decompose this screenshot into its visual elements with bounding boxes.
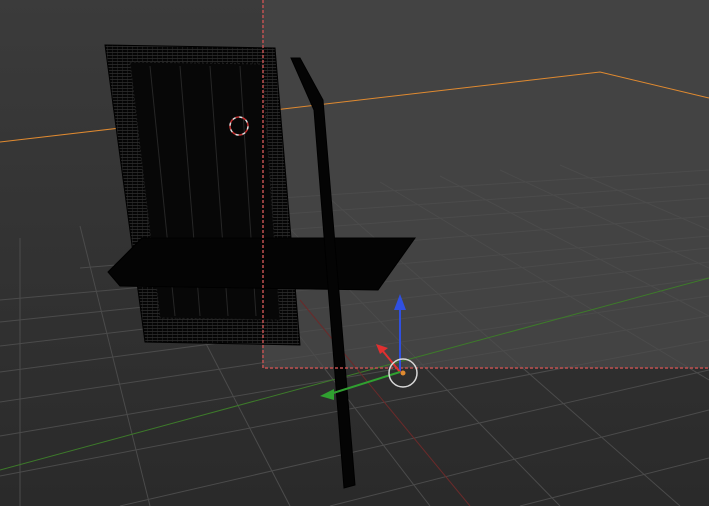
3d-viewport[interactable] [0, 0, 709, 506]
gizmo-center-dot [400, 370, 406, 376]
viewport-canvas[interactable] [0, 0, 709, 506]
chair-seat [107, 237, 416, 291]
